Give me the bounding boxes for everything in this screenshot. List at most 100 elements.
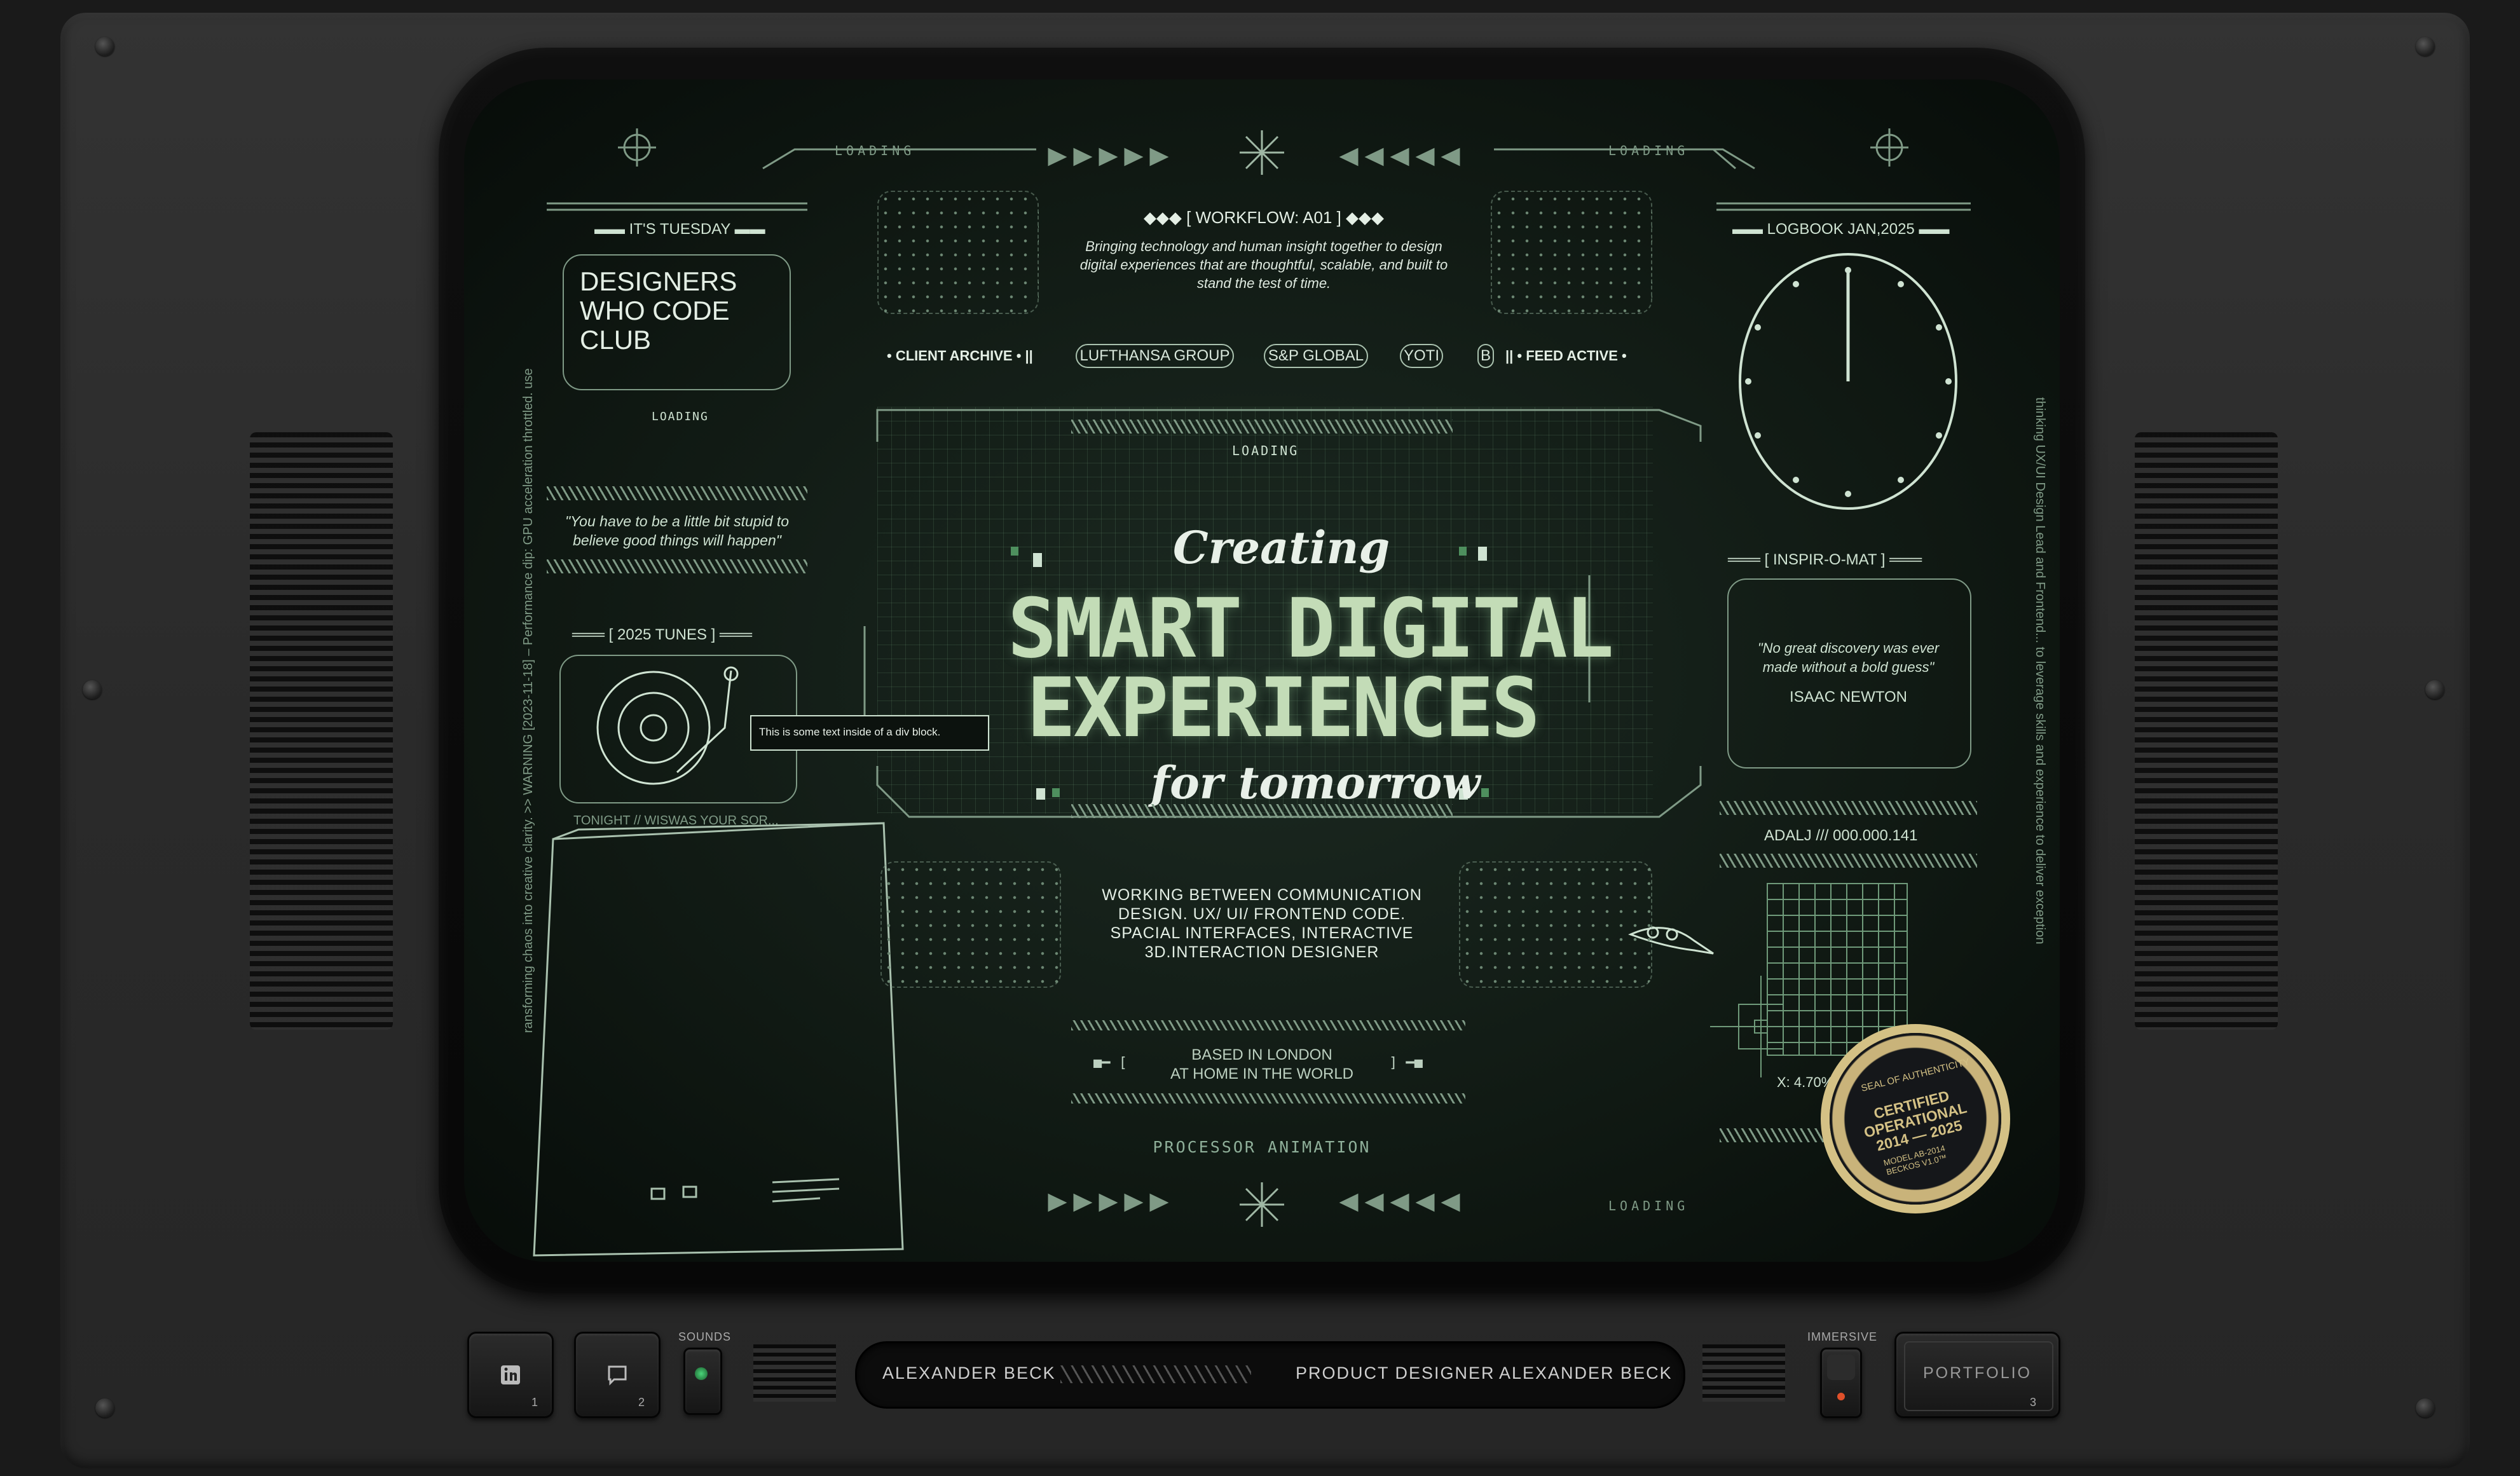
immersive-label: IMMERSIVE [1807,1330,1878,1343]
dot-matrix-panel [1459,861,1652,988]
for-tomorrow-script: for tomorrow [1151,756,1481,809]
tooltip: This is some text inside of a div block. [750,715,989,751]
left-vertical-text: ransforming chaos into creative clarity.… [521,368,535,1033]
hatch-divider [1720,801,1977,815]
panel-vent [1702,1344,1785,1402]
tunes-title: 2025 TUNES [617,626,707,643]
screw [2416,1398,2435,1418]
club-line: WHO CODE [580,296,730,325]
hatch-divider [1071,1093,1465,1104]
tagline-line: stand the test of time. [1196,275,1331,291]
hatch-divider [1720,854,1977,868]
club-title: DESIGNERS WHO CODE CLUB [580,267,737,355]
tunes-header: ═══ [ 2025 TUNES ] ═══ [572,626,752,643]
client-archive-label: • CLIENT ARCHIVE • || [887,348,1033,364]
hero-title-line2: EXPERIENCES [1027,661,1540,756]
workflow-label: ◆◆◆ [ WORKFLOW: A01 ] ◆◆◆ [1143,208,1385,227]
loading-label: LOADING [652,410,709,423]
bar-role: PRODUCT DESIGNER [1296,1363,1495,1383]
screw [2416,37,2435,56]
chat-button[interactable]: 2 [574,1332,661,1418]
client-pill-lufthansa[interactable]: LUFTHANSA GROUP [1076,344,1234,368]
portfolio-button[interactable]: PORTFOLIO 3 [1894,1332,2060,1418]
speaker-grille-right [2135,432,2278,1030]
description-line: SPACIAL INTERFACES, INTERACTIVE [1110,924,1414,942]
coords-readout: ADALJ /// 000.000.141 [1764,827,1918,844]
location-line: AT HOME IN THE WORLD [1170,1065,1354,1083]
description-line: DESIGN. UX/ UI/ FRONTEND CODE. [1118,905,1406,923]
location-line: BASED IN LONDON [1191,1046,1332,1063]
hatch-divider [1071,1020,1465,1030]
logbook-label: ▬▬ LOGBOOK JAN,2025 ▬▬ [1732,221,1950,238]
role-description: WORKING BETWEEN COMMUNICATION DESIGN. UX… [1071,885,1453,962]
location-text: BASED IN LONDON AT HOME IN THE WORLD [1119,1046,1405,1084]
right-vertical-text: thinking UX/UI Design Lead and Frontend.… [2033,397,2047,945]
loading-label: LOADING [1232,443,1299,458]
loading-label: LOADING [835,143,915,158]
hatch-divider [1071,420,1453,434]
inspir-header: ═══ [ INSPIR-O-MAT ] ═══ [1728,551,1922,568]
day-text: IT'S TUESDAY [629,221,730,238]
button-number: 1 [531,1396,539,1409]
left-quote: "You have to be a little bit stupid to b… [550,512,804,550]
club-line: DESIGNERS [580,266,737,296]
hatch-divider [547,559,807,573]
sounds-label: SOUNDS [678,1330,732,1343]
screw [95,1398,114,1418]
immersive-toggle[interactable] [1820,1348,1862,1418]
linkedin-button[interactable]: 1 [467,1332,554,1418]
screw [2425,680,2444,699]
tagline: Bringing technology and human insight to… [1041,237,1486,292]
dot-matrix-panel [880,861,1061,988]
seal-of-authenticity: SEAL OF AUTHENTICITY CERTIFIED OPERATION… [1830,1033,2001,1205]
bar-hatch [1060,1365,1251,1383]
loading-label: LOADING [1608,1198,1689,1213]
hatch-divider [1071,804,1453,818]
screw [83,680,102,699]
client-pill-sp-global[interactable]: S&P GLOBAL [1264,344,1368,368]
location-bracket-left: ■━ [ [1093,1055,1127,1071]
location-bracket-right: ] ━■ [1389,1055,1423,1071]
inspir-text: INSPIR-O-MAT [1773,551,1877,568]
hatch-divider [547,486,807,500]
quote-line: "No great discovery was ever [1757,640,1940,656]
client-pill-yoti[interactable]: YOTI [1400,344,1443,368]
feed-active-label: || • FEED ACTIVE • [1505,348,1627,364]
description-line: 3D.INTERACTION DESIGNER [1144,943,1380,961]
description-line: WORKING BETWEEN COMMUNICATION [1102,886,1422,904]
portfolio-label: PORTFOLIO [1923,1364,2032,1382]
quote-line: believe good things will happen" [573,532,781,549]
screw [95,37,114,56]
button-number: 2 [638,1396,646,1409]
x-readout: X: 4.70% [1777,1074,1834,1090]
immersive-led [1837,1393,1845,1400]
day-label: ▬▬ IT'S TUESDAY ▬▬ [594,221,765,238]
dot-matrix-panel [1491,191,1652,314]
processor-animation: PROCESSOR ANIMATION [1153,1138,1371,1156]
loading-label: LOADING [1608,143,1689,158]
quote-line: "You have to be a little bit stupid to [565,513,790,530]
logbook-text: LOGBOOK JAN,2025 [1767,221,1915,238]
name-bar: ALEXANDER BECK PRODUCT DESIGNER ALEXANDE… [855,1341,1685,1409]
panel-vent [753,1344,836,1402]
sounds-led [695,1367,708,1380]
bar-name: ALEXANDER BECK [882,1363,1056,1383]
client-archive-text: CLIENT ARCHIVE [895,348,1013,364]
tagline-line: digital experiences that are thoughtful,… [1079,257,1448,273]
chat-icon [608,1365,627,1386]
creating-script: Creating [1173,521,1390,574]
feed-active-text: FEED ACTIVE [1526,348,1618,364]
sounds-toggle[interactable] [683,1348,722,1415]
tonight-label: TONIGHT // WISWAS YOUR SOR... [573,814,779,828]
client-pill-partial[interactable]: B [1477,344,1494,368]
linkedin-icon [501,1365,520,1384]
dot-matrix-panel [877,191,1039,314]
speaker-grille-left [250,432,393,1030]
bar-name-repeat: ALEXANDER BECK [1499,1363,1673,1383]
crt-screen: LOADING LOADING LOADING LOADING LOADING … [464,79,2060,1262]
club-line: CLUB [580,325,652,355]
toggle-switch [1827,1355,1855,1380]
quote-author: ISAAC NEWTON [1790,688,1907,706]
tagline-line: Bringing technology and human insight to… [1085,238,1442,254]
hatch-divider [1720,1128,1828,1142]
